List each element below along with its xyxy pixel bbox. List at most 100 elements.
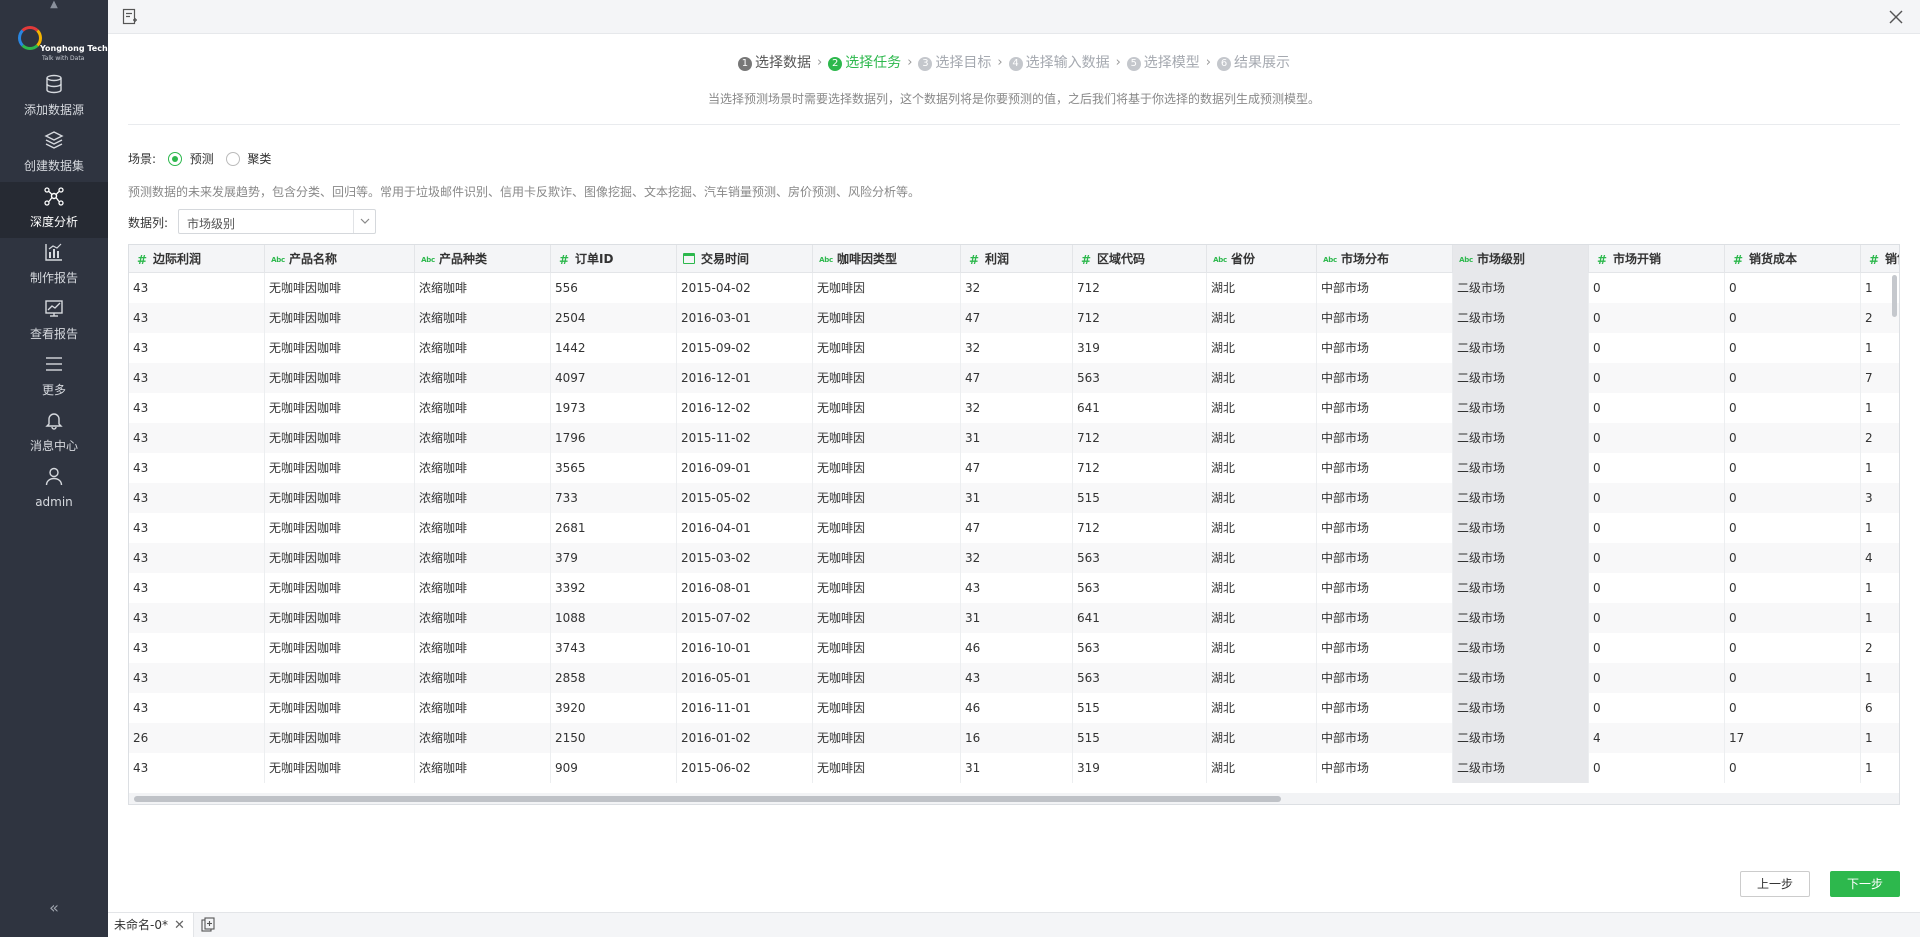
column-header[interactable]: # 市场开销	[1589, 245, 1725, 273]
next-step-button[interactable]: 下一步	[1830, 871, 1900, 897]
table-cell: 无咖啡因咖啡	[265, 423, 415, 453]
table-cell: 32	[961, 333, 1073, 363]
column-header[interactable]: Abc 产品名称	[265, 245, 415, 273]
table-cell: 1088	[551, 603, 677, 633]
step-6: 6 结果展示	[1217, 52, 1290, 72]
number-type-icon: #	[968, 252, 980, 267]
table-row: 43 无咖啡因咖啡 浓缩咖啡 2504 2016-03-01 无咖啡因 47 712 湖北 中部市…	[129, 303, 1899, 333]
table-cell: 43	[129, 423, 265, 453]
column-header-label: 销货成本	[1749, 252, 1798, 266]
scene-option-cluster[interactable]: 聚类	[247, 150, 271, 167]
tab-close-icon[interactable]: ✕	[174, 914, 185, 937]
column-header[interactable]: # 销售	[1861, 245, 1899, 273]
table-cell: 中部市场	[1317, 573, 1453, 603]
table-cell: 0	[1725, 663, 1861, 693]
column-header[interactable]: Abc 产品种类	[415, 245, 551, 273]
table-cell: 湖北	[1207, 483, 1317, 513]
table-cell: 1	[1861, 663, 1899, 693]
table-cell: 0	[1725, 693, 1861, 723]
column-header-label: 销售	[1885, 252, 1899, 266]
step-label: 选择目标	[935, 55, 992, 71]
table-cell: 中部市场	[1317, 603, 1453, 633]
scene-radio-cluster[interactable]	[225, 151, 240, 166]
table-cell: 4097	[551, 363, 677, 393]
sidebar-item-label: 创建数据集	[23, 159, 84, 173]
table-cell: 47	[961, 453, 1073, 483]
sidebar-item-5[interactable]: 更多	[0, 350, 108, 406]
table-cell: 浓缩咖啡	[415, 273, 551, 303]
line-chart-icon	[0, 298, 108, 326]
table-cell: 43	[129, 393, 265, 423]
step-number: 5	[1126, 57, 1141, 71]
column-header[interactable]: Abc 市场分布	[1317, 245, 1453, 273]
column-header[interactable]: # 利润	[961, 245, 1073, 273]
document-add-icon[interactable]	[122, 8, 138, 26]
table-cell: 909	[551, 753, 677, 783]
table-cell: 浓缩咖啡	[415, 483, 551, 513]
table-cell: 中部市场	[1317, 513, 1453, 543]
column-select[interactable]: 市场级别	[178, 209, 376, 234]
table-row: 43 无咖啡因咖啡 浓缩咖啡 556 2015-04-02 无咖啡因 32 712 湖北 中部市场…	[129, 273, 1899, 303]
table-cell: 中部市场	[1317, 723, 1453, 753]
vertical-scrollbar[interactable]	[1892, 275, 1897, 317]
column-header[interactable]: 交易时间	[677, 245, 813, 273]
table-cell: 0	[1589, 663, 1725, 693]
chevron-right-icon: ›	[907, 54, 913, 70]
column-header[interactable]: Abc 市场级别	[1453, 245, 1589, 273]
table-cell: 湖北	[1207, 603, 1317, 633]
table-cell: 二级市场	[1453, 663, 1589, 693]
scene-option-predict[interactable]: 预测	[190, 150, 214, 167]
number-type-icon: #	[136, 252, 148, 267]
column-header[interactable]: # 边际利润	[129, 245, 265, 273]
table-cell: 47	[961, 513, 1073, 543]
sidebar-item-6[interactable]: 消息中心	[0, 406, 108, 462]
table-cell: 46	[961, 693, 1073, 723]
table-cell: 湖北	[1207, 453, 1317, 483]
table-cell: 379	[551, 543, 677, 573]
table-cell: 无咖啡因	[813, 603, 961, 633]
collapse-sidebar-icon[interactable]: «	[0, 896, 108, 920]
prev-step-button[interactable]: 上一步	[1740, 871, 1810, 897]
new-tab-icon[interactable]	[200, 917, 216, 933]
table-cell: 中部市场	[1317, 543, 1453, 573]
step-number: 6	[1217, 57, 1231, 71]
chevron-down-icon[interactable]	[353, 210, 375, 233]
logo-tagline: Talk with Data	[42, 55, 85, 62]
table-cell: 0	[1725, 333, 1861, 363]
step-hint: 当选择预测场景时需要选择数据列，这个数据列将是你要预测的值，之后我们将基于你选择…	[707, 92, 1320, 106]
table-cell: 无咖啡因咖啡	[265, 453, 415, 483]
step-label: 选择输入数据	[1025, 55, 1110, 71]
table-cell: 43	[129, 603, 265, 633]
table-cell: 712	[1073, 453, 1207, 483]
sidebar-item-7[interactable]: admin	[0, 462, 108, 518]
table-cell: 无咖啡因	[813, 633, 961, 663]
table-cell: 43	[129, 663, 265, 693]
user-icon	[0, 466, 108, 494]
table-cell: 43	[129, 453, 265, 483]
column-header-label: 市场开销	[1613, 252, 1662, 266]
table-cell: 中部市场	[1317, 273, 1453, 303]
table-cell: 31	[961, 753, 1073, 783]
sidebar-item-3[interactable]: 制作报告	[0, 238, 108, 294]
sidebar-item-0[interactable]: 添加数据源	[0, 70, 108, 126]
chevron-up-icon[interactable]: ▲	[0, 0, 108, 12]
column-header[interactable]: # 销货成本	[1725, 245, 1861, 273]
column-header[interactable]: Abc 省份	[1207, 245, 1317, 273]
column-header[interactable]: Abc 咖啡因类型	[813, 245, 961, 273]
column-header[interactable]: # 区域代码	[1073, 245, 1207, 273]
step-number: 1	[737, 57, 752, 71]
table-cell: 43	[961, 663, 1073, 693]
horizontal-scrollbar[interactable]	[134, 796, 1281, 802]
table-row: 43 无咖啡因咖啡 浓缩咖啡 2858 2016-05-01 无咖啡因 43 563 湖北 中部市…	[129, 663, 1899, 693]
table-cell: 2016-10-01	[677, 633, 813, 663]
scene-radio-predict[interactable]	[167, 151, 182, 166]
close-icon[interactable]	[1886, 7, 1906, 27]
table-cell: 0	[1589, 513, 1725, 543]
sidebar-item-4[interactable]: 查看报告	[0, 294, 108, 350]
column-header[interactable]: # 订单ID	[551, 245, 677, 273]
table-cell: 1	[1861, 333, 1899, 363]
table-cell: 2016-01-02	[677, 723, 813, 753]
sidebar-item-2[interactable]: 深度分析	[0, 182, 108, 238]
sidebar-item-1[interactable]: 创建数据集	[0, 126, 108, 182]
tab-untitled[interactable]: 未命名-0* ✕	[108, 913, 194, 937]
